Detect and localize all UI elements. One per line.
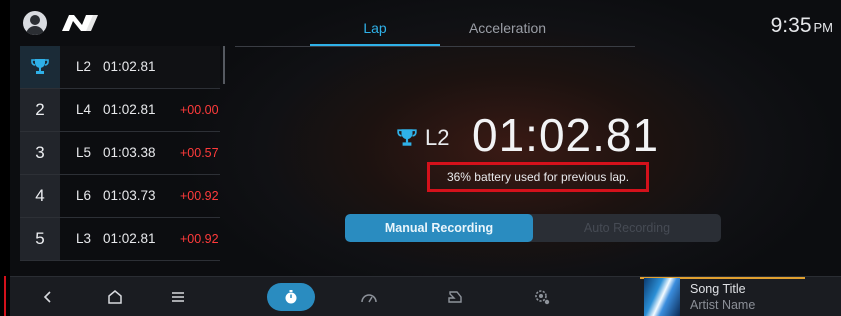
stopwatch-icon [285, 290, 297, 304]
list-item[interactable]: 3 L5 01:03.38 +00.57 [20, 132, 220, 175]
list-item[interactable]: 5 L3 01:02.81 +00.92 [20, 218, 220, 261]
list-item[interactable]: 2 L4 01:02.81 +00.00 [20, 89, 220, 132]
list-item[interactable]: 4 L6 01:03.73 +00.92 [20, 175, 220, 218]
recording-mode-toggle: Manual Recording Auto Recording [345, 214, 721, 242]
lap-label: L4 [76, 102, 92, 117]
tab-acceleration[interactable]: Acceleration [445, 0, 570, 46]
lap-ranking-list: L2 01:02.81 2 L4 01:02.81 +00.00 3 L5 01… [20, 46, 220, 261]
n-logo-icon [62, 15, 98, 31]
artist-name: Artist Name [690, 298, 756, 312]
clock: 9:35 PM [771, 14, 833, 38]
home-icon [108, 290, 122, 304]
bottom-nav-bar: Song Title Artist Name [10, 276, 841, 316]
song-title: Song Title [690, 282, 746, 296]
lap-time: 01:02.81 [103, 102, 156, 117]
lap-time: 01:02.81 [103, 231, 156, 246]
home-button[interactable] [95, 277, 135, 316]
gauge-icon [361, 294, 377, 303]
back-arrow-icon [43, 291, 51, 303]
gauge-button[interactable] [349, 277, 389, 316]
best-lap-trophy-icon [397, 129, 417, 146]
rank-number: 3 [20, 132, 60, 174]
best-lap-label: L2 [425, 125, 450, 150]
lap-diff: +00.00 [180, 103, 219, 117]
lap-label: L2 [76, 59, 92, 74]
media-widget[interactable]: Song Title Artist Name [640, 277, 841, 316]
lap-time: 01:03.73 [103, 188, 156, 203]
mode-tabs: Lap Acceleration [235, 0, 635, 47]
auto-recording-button[interactable]: Auto Recording [533, 214, 721, 242]
clock-time: 9:35 [770, 14, 812, 37]
edge-marker [0, 276, 6, 316]
vehicle-icon [448, 291, 462, 303]
lap-time: 01:02.81 [103, 59, 156, 74]
rank-number: 2 [20, 89, 60, 131]
lap-time: 01:03.38 [103, 145, 156, 160]
battery-usage-text: 36% battery used for previous lap. [446, 170, 630, 184]
album-art [644, 278, 680, 316]
tab-lap[interactable]: Lap [310, 0, 440, 46]
back-button[interactable] [28, 277, 68, 316]
battery-usage-highlight: 36% battery used for previous lap. [427, 162, 649, 192]
trophy-icon [31, 59, 49, 74]
lap-label: L3 [76, 231, 92, 246]
list-scrollbar[interactable] [223, 46, 225, 84]
lap-diff: +00.57 [180, 146, 219, 160]
settings-button[interactable] [522, 277, 562, 316]
lap-diff: +00.92 [180, 189, 219, 203]
rank-number: 5 [20, 218, 60, 260]
lap-diff: +00.92 [180, 232, 219, 246]
lap-label: L5 [76, 145, 92, 160]
menu-button[interactable] [158, 277, 198, 316]
profile-icon[interactable] [23, 11, 47, 35]
rank-number: 4 [20, 175, 60, 217]
lap-label: L6 [76, 188, 92, 203]
lap-timer-button[interactable] [267, 277, 315, 316]
clock-ampm: PM [813, 20, 834, 35]
best-lap-time: 01:02.81 [472, 109, 660, 161]
gear-icon [535, 290, 550, 305]
manual-recording-button[interactable]: Manual Recording [345, 214, 533, 242]
rank-badge [20, 46, 60, 88]
menu-icon [172, 292, 184, 302]
vehicle-button[interactable] [435, 277, 475, 316]
list-item[interactable]: L2 01:02.81 [20, 46, 220, 89]
lap-timer-screen: Lap Acceleration 9:35 PM L2 01:02.81 2 L4… [10, 0, 841, 316]
